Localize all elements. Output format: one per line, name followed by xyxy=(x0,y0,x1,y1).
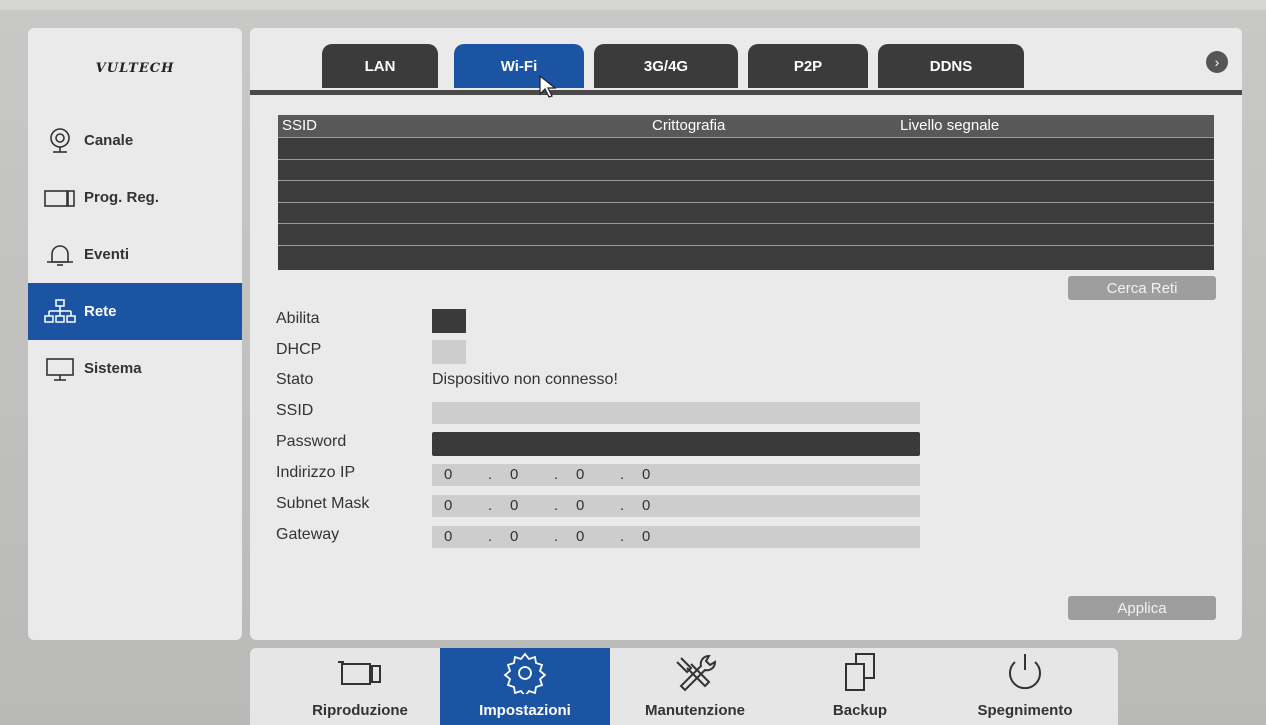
column-header-encryption: Crittografia xyxy=(652,117,726,134)
sidebar-item-label: Prog. Reg. xyxy=(84,189,160,206)
settings-gear-icon xyxy=(503,652,547,694)
network-icon xyxy=(42,297,78,327)
column-header-ssid: SSID xyxy=(282,117,318,134)
apply-button[interactable]: Applica xyxy=(1068,596,1216,620)
menu-item-riproduzione[interactable]: Riproduzione xyxy=(280,648,440,725)
ip-dot: . xyxy=(488,497,493,514)
ip-octet: 0 xyxy=(642,466,651,483)
sidebar-item-eventi[interactable]: Eventi xyxy=(28,226,242,283)
sidebar-item-rete[interactable]: Rete xyxy=(28,283,242,340)
ip-dot: . xyxy=(554,497,559,514)
tab-ddns[interactable]: DDNS xyxy=(878,44,1024,88)
tab-p2p[interactable]: P2P xyxy=(748,44,868,88)
table-row[interactable] xyxy=(278,180,1214,202)
gateway-input[interactable]: 0 . 0 . 0 . 0 xyxy=(432,526,920,548)
camera-icon xyxy=(42,126,78,156)
ip-dot: . xyxy=(554,466,559,483)
menu-item-label: Impostazioni xyxy=(479,702,571,719)
table-header: SSID Crittografia Livello segnale xyxy=(278,115,1214,137)
subnet-mask-label: Subnet Mask xyxy=(276,495,370,512)
ssid-label: SSID xyxy=(276,402,314,419)
bottom-menu-bar: Riproduzione Impostazioni Manutenzione B… xyxy=(250,648,1118,725)
sidebar-nav: Canale Prog. Reg. Eventi Rete Sistema xyxy=(28,112,242,397)
sidebar-item-label: Eventi xyxy=(84,246,130,263)
password-label: Password xyxy=(276,433,347,450)
power-icon xyxy=(1009,654,1041,690)
tab-bar: LAN Wi-Fi 3G/4G P2P DDNS › xyxy=(250,28,1242,95)
column-header-signal: Livello segnale xyxy=(900,117,1000,134)
menu-item-label: Spegnimento xyxy=(977,702,1073,719)
sidebar-item-label: Sistema xyxy=(84,360,142,377)
subnet-mask-input[interactable]: 0 . 0 . 0 . 0 xyxy=(432,495,920,517)
ip-octet: 0 xyxy=(576,528,585,545)
mouse-cursor-icon xyxy=(539,75,557,98)
bell-icon xyxy=(42,240,78,270)
ip-octet: 0 xyxy=(576,466,585,483)
ip-dot: . xyxy=(620,466,625,483)
playback-camera-icon xyxy=(338,661,381,685)
password-input[interactable] xyxy=(432,432,920,456)
table-row[interactable] xyxy=(278,137,1214,159)
ip-octet: 0 xyxy=(444,497,453,514)
monitor-icon xyxy=(42,354,78,384)
status-label: Stato xyxy=(276,371,314,388)
menu-item-label: Manutenzione xyxy=(645,702,745,719)
table-row[interactable] xyxy=(278,201,1214,224)
ip-address-input[interactable]: 0 . 0 . 0 . 0 xyxy=(432,464,920,486)
copy-files-icon xyxy=(845,653,875,691)
ssid-input[interactable] xyxy=(432,402,920,424)
menu-item-spegnimento[interactable]: Spegnimento xyxy=(940,648,1110,725)
ip-dot: . xyxy=(620,528,625,545)
ip-octet: 0 xyxy=(444,466,453,483)
connection-status-text: Dispositivo non connesso! xyxy=(432,371,618,388)
ip-octet: 0 xyxy=(510,528,519,545)
ip-dot: . xyxy=(554,528,559,545)
record-schedule-icon xyxy=(42,183,78,213)
next-tabs-arrow-icon[interactable]: › xyxy=(1206,51,1228,73)
dhcp-checkbox[interactable] xyxy=(432,340,466,364)
ip-dot: . xyxy=(488,528,493,545)
menu-item-label: Riproduzione xyxy=(312,702,408,719)
tab-3g4g[interactable]: 3G/4G xyxy=(594,44,738,88)
tools-icon xyxy=(676,655,716,692)
ip-octet: 0 xyxy=(642,528,651,545)
search-networks-button[interactable]: Cerca Reti xyxy=(1068,276,1216,300)
ip-address-label: Indirizzo IP xyxy=(276,464,356,481)
sidebar-item-sistema[interactable]: Sistema xyxy=(28,340,242,397)
gateway-label: Gateway xyxy=(276,526,340,543)
tab-wifi[interactable]: Wi-Fi xyxy=(454,44,584,88)
network-settings-panel: LAN Wi-Fi 3G/4G P2P DDNS › SSID Crittogr… xyxy=(250,28,1242,640)
menu-item-label: Backup xyxy=(832,702,888,719)
sidebar: VULTECH Canale Prog. Reg. Eventi Rete Si… xyxy=(28,28,242,640)
ip-dot: . xyxy=(620,497,625,514)
menu-item-manutenzione[interactable]: Manutenzione xyxy=(610,648,780,725)
brand-logo: VULTECH xyxy=(95,60,175,76)
table-row[interactable] xyxy=(278,158,1214,181)
table-row[interactable] xyxy=(278,244,1214,267)
ip-octet: 0 xyxy=(642,497,651,514)
sidebar-item-label: Canale xyxy=(84,132,134,149)
ip-octet: 0 xyxy=(510,466,519,483)
wifi-networks-table: SSID Crittografia Livello segnale xyxy=(278,115,1214,270)
sidebar-item-prog-reg[interactable]: Prog. Reg. xyxy=(28,169,242,226)
screen-top-border xyxy=(0,0,1266,10)
dhcp-label: DHCP xyxy=(276,341,322,358)
ip-octet: 0 xyxy=(444,528,453,545)
sidebar-item-label: Rete xyxy=(84,303,117,320)
menu-item-impostazioni[interactable]: Impostazioni xyxy=(440,648,610,725)
sidebar-item-canale[interactable]: Canale xyxy=(28,112,242,169)
tab-lan[interactable]: LAN xyxy=(322,44,438,88)
menu-item-backup[interactable]: Backup xyxy=(780,648,940,725)
ip-octet: 0 xyxy=(576,497,585,514)
ip-octet: 0 xyxy=(510,497,519,514)
enable-label: Abilita xyxy=(276,310,320,327)
table-row[interactable] xyxy=(278,223,1214,245)
enable-checkbox[interactable] xyxy=(432,309,466,333)
ip-dot: . xyxy=(488,466,493,483)
